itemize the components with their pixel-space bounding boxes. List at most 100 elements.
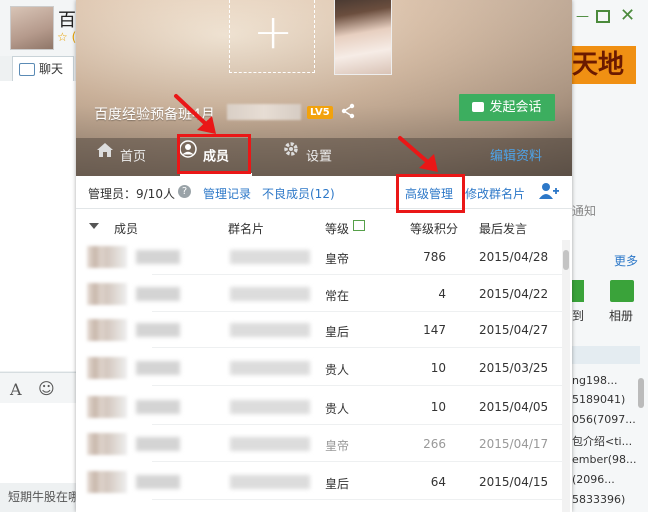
group-card-redacted [230,475,310,489]
scrollbar-thumb[interactable] [563,250,569,270]
column-last-speak[interactable]: 最后发言 [479,220,527,237]
member-name-redacted [136,475,180,489]
group-card-redacted [230,400,310,414]
member-name-redacted [136,287,180,301]
add-photo-button[interactable]: + [229,0,315,73]
group-card-redacted [230,437,310,451]
member-level: 贵人 [325,363,350,377]
member-list-scrollbar[interactable] [562,240,570,512]
side-list-item[interactable]: 包介绍<ti... [572,433,632,449]
member-last-speak: 2015/04/27 [479,323,549,337]
table-row[interactable]: 常在 4 2015/04/22 [76,276,566,312]
member-name-redacted [136,323,180,337]
tab-home[interactable]: 首页 [96,138,146,176]
group-info-popup: + 百度经验预备班4月 LV5 发起会话 首页 成员 设置 编辑资料 管理员：9… [76,0,572,512]
side-list-item[interactable]: (2096... [572,473,615,486]
sort-down-icon[interactable] [89,223,99,229]
member-level: 皇后 [325,477,350,491]
member-points: 4 [438,287,446,301]
more-link[interactable]: 更多 [614,252,638,269]
side-list-item[interactable]: ng198... [572,374,617,387]
member-level: 常在 [325,289,350,303]
add-member-icon[interactable] [538,181,560,204]
member-avatar [87,357,127,379]
table-row[interactable]: 皇后 64 2015/04/15 [76,464,566,500]
member-list-header [572,346,640,364]
font-icon[interactable]: A [10,380,22,399]
contact-avatar[interactable] [10,6,54,50]
maximize-icon[interactable] [596,10,610,23]
bad-members-link[interactable]: 不良成员(12) [262,185,335,202]
member-avatar [87,319,127,341]
group-photo[interactable] [334,0,392,75]
tab-home-label: 首页 [120,149,147,165]
member-name-redacted [136,400,180,414]
highlight-members-tab [177,134,251,174]
side-list-item[interactable]: 5833396) [572,493,625,506]
photo-album-icon[interactable] [610,280,634,302]
edit-level-icon[interactable] [353,220,365,231]
tab-chat[interactable]: 聊天 [12,56,74,81]
table-row[interactable]: 贵人 10 2015/03/25 [76,350,566,386]
member-points: 64 [430,475,446,489]
table-row[interactable]: 贵人 10 2015/04/05 [76,389,566,425]
side-list-item[interactable]: ember(98... [572,453,637,466]
emoji-icon[interactable]: ☺ [38,379,55,398]
side-list-item[interactable]: 056(7097... [572,413,636,426]
member-name-redacted [136,250,180,264]
share-icon[interactable] [340,103,356,122]
member-name-redacted [136,361,180,375]
row-separator [152,274,566,275]
group-card-redacted [230,250,310,264]
member-level: 皇帝 [325,439,350,453]
member-last-speak: 2015/04/28 [479,250,549,264]
chat-input[interactable] [0,403,76,483]
member-last-speak: 2015/04/05 [479,400,549,414]
app-icon[interactable] [572,280,584,302]
chat-bubble-icon [19,63,35,76]
manage-log-link[interactable]: 管理记录 [203,185,251,202]
gear-icon [282,136,300,174]
members-toolbar: 管理员：9/10人 管理记录 不良成员(12) 高级管理 修改群名片 [76,176,572,209]
member-points: 10 [430,361,446,375]
column-group-card[interactable]: 群名片 [228,220,264,237]
column-level[interactable]: 等级 [325,220,349,237]
scrollbar-thumb[interactable] [638,378,644,408]
member-points: 266 [423,437,446,451]
plus-icon: + [253,4,294,60]
group-id-redacted [227,104,301,120]
member-level: 皇帝 [325,252,350,266]
chat-icon [472,101,485,112]
member-avatar [87,471,127,493]
start-chat-button[interactable]: 发起会话 [459,94,555,121]
table-row[interactable]: 皇帝 786 2015/04/28 [76,239,566,275]
table-row[interactable]: 皇后 147 2015/04/27 [76,312,566,348]
member-level: 贵人 [325,402,350,416]
member-avatar [87,246,127,268]
column-level-points[interactable]: 等级积分 [410,220,458,237]
admin-count: 管理员：9/10人 [88,187,175,201]
row-separator [152,499,566,500]
row-separator [152,347,566,348]
member-points: 10 [430,400,446,414]
group-nav-bar: 首页 成员 设置 编辑资料 [76,138,572,176]
modify-card-link[interactable]: 修改群名片 [465,185,525,202]
row-separator [152,461,566,462]
home-icon [96,136,114,174]
help-icon[interactable]: ? [178,185,191,198]
group-card-redacted [230,361,310,375]
group-level-badge: LV5 [307,106,333,119]
member-avatar [87,283,127,305]
start-chat-label: 发起会话 [489,100,542,115]
chat-message-area [0,81,77,371]
ad-banner-text: 天地 [572,50,625,80]
table-row[interactable]: 皇帝 266 2015/04/17 [76,426,566,462]
edit-profile-link[interactable]: 编辑资料 [490,138,542,176]
column-member[interactable]: 成员 [114,220,138,237]
close-icon[interactable]: ✕ [620,5,635,26]
side-list-item[interactable]: 5189041) [572,393,625,406]
group-card-redacted [230,323,310,337]
photo-album-label: 相册 [609,309,634,323]
minimize-icon[interactable]: — [576,9,589,24]
tab-settings[interactable]: 设置 [282,138,332,176]
